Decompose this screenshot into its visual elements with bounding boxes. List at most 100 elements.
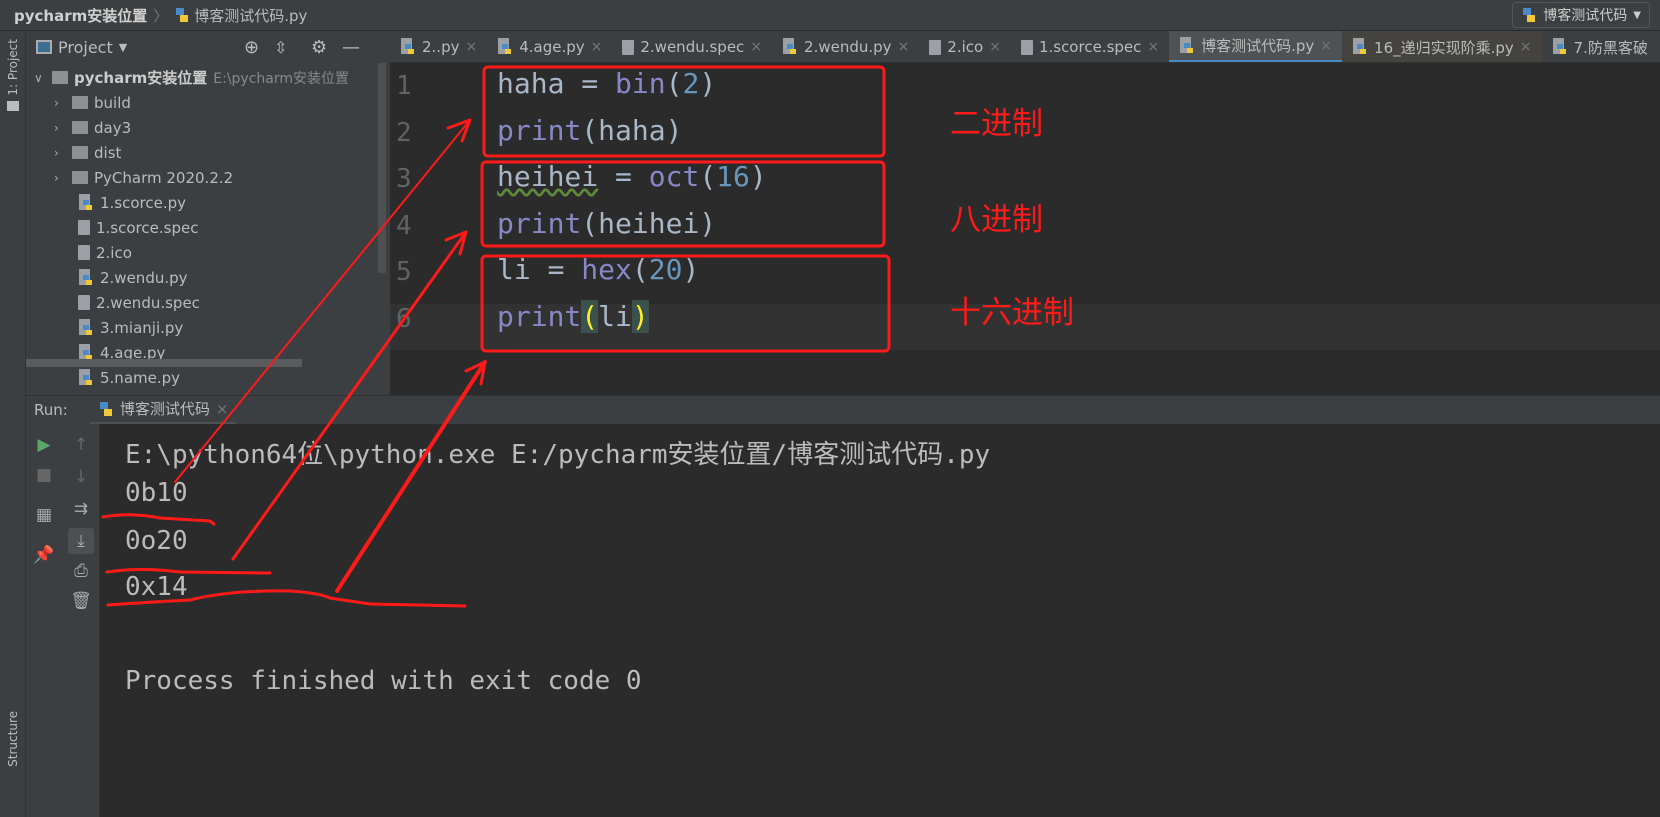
close-icon[interactable]: × (1147, 39, 1159, 55)
editor-tab[interactable]: 4.age.py × (487, 31, 612, 62)
tree-item[interactable]: 2.wendu.spec (78, 290, 200, 315)
annotation-hex: 十六进制 (950, 295, 1074, 331)
code-line[interactable]: print(haha) (497, 114, 682, 147)
editor-tab[interactable]: 2.wendu.spec × (612, 31, 772, 62)
tab-label: 2.wendu.py (804, 38, 892, 56)
up-arrow-icon[interactable]: ↑ (68, 432, 94, 458)
editor-tab[interactable]: 2..py × (390, 31, 487, 62)
tree-item[interactable]: 3.mianji.py (78, 315, 183, 340)
line-number: 5 (396, 257, 412, 287)
python-file-icon (79, 193, 92, 210)
editor-tab[interactable]: 7.防黑客破 (1542, 31, 1658, 62)
project-tool-button[interactable]: 1: Project (6, 39, 20, 96)
file-icon (78, 220, 90, 235)
stop-icon[interactable]: ■ (31, 462, 57, 488)
tree-item-label: day3 (94, 118, 132, 137)
console-output[interactable]: E:\python64位\python.exe E:/pycharm安装位置/博… (100, 424, 1660, 817)
run-panel-header: Run: 博客测试代码 × (26, 395, 1660, 425)
tree-item[interactable]: 1.scorce.spec (78, 215, 198, 240)
tree-item-label: 1.scorce.spec (96, 218, 199, 237)
breadcrumb-file[interactable]: 博客测试代码.py (194, 5, 307, 26)
editor-tab[interactable]: 16_递归实现阶乘.py × (1342, 31, 1542, 62)
down-arrow-icon[interactable]: ↓ (68, 464, 94, 490)
pin-icon[interactable]: 📌 (31, 542, 57, 568)
trash-icon[interactable]: 🗑 (68, 588, 94, 614)
horizontal-scrollbar[interactable] (26, 359, 302, 367)
tree-item-label: 5.name.py (100, 368, 181, 387)
console-line: E:\python64位\python.exe E:/pycharm安装位置/博… (125, 440, 991, 470)
code-line[interactable]: li = hex(20) (497, 253, 699, 286)
editor-tab[interactable]: 2.wendu.py × (772, 31, 919, 62)
gear-icon[interactable]: ⚙ (311, 37, 327, 58)
layout-icon[interactable]: ▦ (31, 502, 57, 528)
tree-item[interactable]: › build (54, 90, 131, 115)
close-icon[interactable]: × (1320, 38, 1332, 54)
code-line[interactable]: print(heihei) (497, 207, 716, 240)
run-tab[interactable]: 博客测试代码 × (89, 396, 237, 425)
editor-tab[interactable]: 2.ico × (919, 31, 1011, 62)
code-token: ( (631, 253, 649, 286)
tree-item-label: 1.scorce.py (100, 193, 187, 212)
tree-item[interactable]: 1.scorce.py (78, 190, 186, 215)
code-line[interactable]: heihei = oct(16) (497, 160, 767, 193)
rerun-icon[interactable]: ▶ (31, 432, 57, 458)
python-file-icon (79, 368, 92, 385)
code-token: haha = (497, 67, 616, 100)
tree-item[interactable]: 2.wendu.py (78, 265, 188, 290)
tab-label: 16_递归实现阶乘.py (1374, 38, 1514, 57)
project-view-selector[interactable]: Project (58, 38, 113, 57)
code-token: 2 (682, 67, 700, 100)
folder-icon (72, 146, 88, 159)
close-icon[interactable]: × (216, 400, 229, 418)
close-icon[interactable]: × (989, 39, 1001, 55)
project-window-icon (36, 40, 52, 54)
code-token: (haha) (581, 113, 683, 147)
print-icon[interactable]: ⎙ (68, 558, 94, 584)
annotation-octal: 八进制 (950, 202, 1043, 238)
tree-item[interactable]: › PyCharm 2020.2.2 (54, 165, 233, 190)
tree-root[interactable]: ∨ pycharm安装位置 E:\pycharm安装位置 (34, 65, 349, 90)
vertical-scrollbar[interactable] (378, 63, 386, 273)
breadcrumb-project[interactable]: pycharm安装位置 (14, 5, 147, 26)
folder-icon (72, 121, 88, 134)
tree-item[interactable]: 5.name.py (78, 365, 180, 390)
close-icon[interactable]: × (591, 39, 603, 55)
run-tab-label: 博客测试代码 (119, 400, 210, 418)
soft-wrap-icon[interactable]: ⇉ (68, 496, 94, 522)
editor-tab[interactable]: 1.scorce.spec × (1011, 31, 1169, 62)
tree-item[interactable]: › dist (54, 140, 121, 165)
code-token: print (497, 113, 582, 147)
collapse-all-icon[interactable]: ⇳ (274, 38, 287, 57)
code-token: li (598, 299, 632, 333)
code-token: (heihei) (581, 206, 717, 240)
run-config-selector[interactable]: 博客测试代码 ▼ (1512, 2, 1650, 28)
hide-icon[interactable]: — (342, 37, 360, 58)
line-number: 3 (396, 164, 412, 194)
scroll-to-end-icon[interactable]: ⤓ (68, 528, 94, 554)
console-line: Process finished with exit code 0 (125, 666, 642, 696)
code-token: heihei (497, 160, 599, 193)
close-icon[interactable]: × (750, 39, 762, 55)
tree-item[interactable]: › day3 (54, 115, 131, 140)
close-icon[interactable]: × (1520, 39, 1532, 55)
close-icon[interactable]: × (465, 39, 477, 55)
console-line: 0x14 (125, 572, 188, 602)
tab-label: 2.wendu.spec (640, 38, 745, 56)
python-file-icon (498, 38, 512, 54)
python-file-icon (783, 38, 797, 54)
tab-label: 7.防黑客破 (1573, 38, 1648, 57)
locate-icon[interactable]: ⊕ (244, 37, 259, 58)
chevron-down-icon: ∨ (34, 70, 43, 85)
code-line[interactable]: print(li) (497, 299, 649, 333)
close-icon[interactable]: × (898, 39, 910, 55)
chevron-down-icon[interactable]: ▼ (119, 41, 127, 54)
file-icon (622, 39, 635, 55)
run-label: Run: (34, 401, 68, 419)
structure-tool-button[interactable]: Structure (6, 711, 20, 767)
code-token: ( (665, 67, 683, 100)
code-token: 20 (648, 253, 683, 286)
tree-item[interactable]: 2.ico (78, 240, 132, 265)
editor-tab[interactable]: 博客测试代码.py × (1169, 31, 1343, 62)
editor-tabs: 2..py × 4.age.py × 2.wendu.spec × 2.wendu.py × 2… (390, 31, 1660, 63)
code-line[interactable]: haha = bin(2) (497, 67, 716, 100)
